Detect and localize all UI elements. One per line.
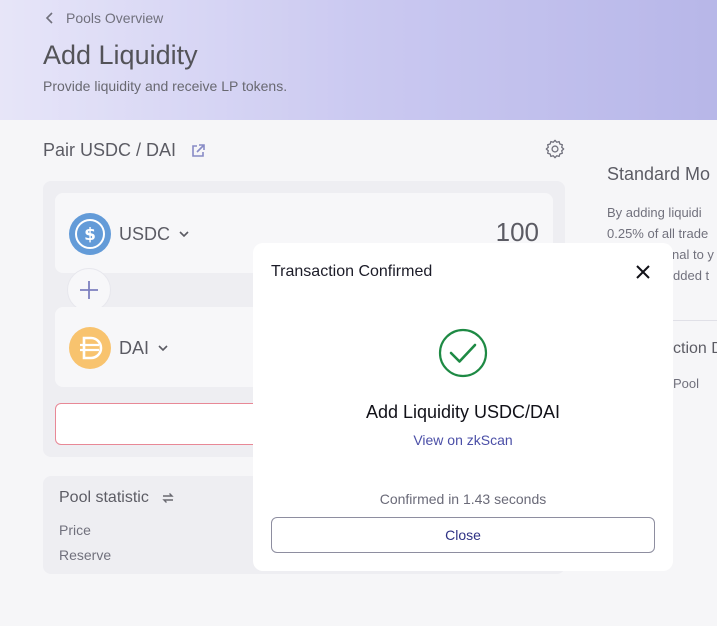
modal-heading: Add Liquidity USDC/DAI — [365, 402, 561, 422]
transaction-confirmed-modal: Transaction Confirmed Add Liquidity USDC… — [253, 243, 673, 571]
view-on-zkscan-link[interactable]: View on zkScan — [253, 432, 673, 448]
modal-title: Transaction Confirmed — [271, 263, 433, 280]
close-button[interactable]: Close — [271, 517, 655, 553]
check-circle-icon — [438, 328, 488, 378]
confirmation-time: Confirmed in 1.43 seconds — [379, 491, 547, 507]
close-icon[interactable] — [633, 262, 653, 282]
